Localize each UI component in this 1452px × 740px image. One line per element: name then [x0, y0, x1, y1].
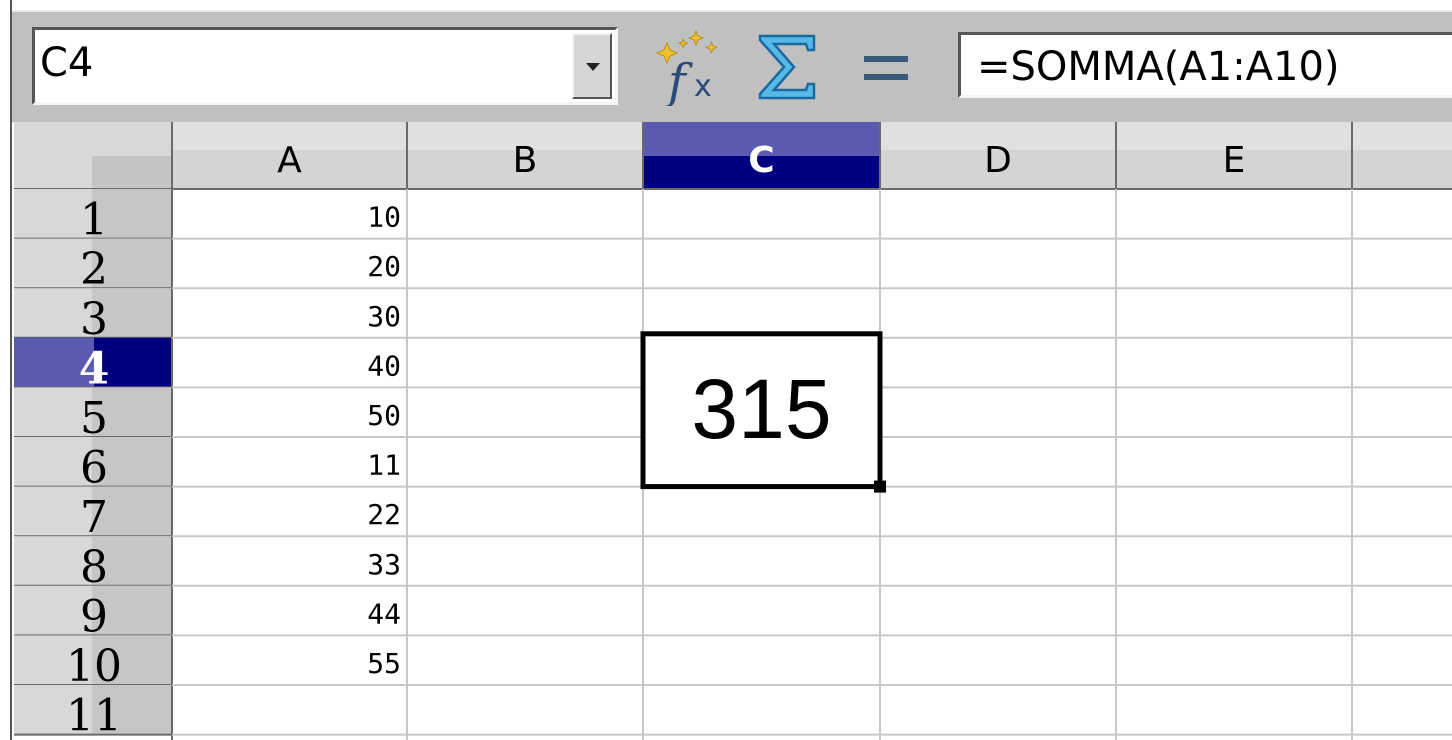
- row-header-label: 10: [66, 641, 122, 692]
- row-header-label: 4: [79, 343, 110, 394]
- formula-input[interactable]: =SOMMA(A1:A10): [958, 32, 1452, 98]
- cell-a4[interactable]: 40: [367, 349, 401, 382]
- row-header-label: 7: [80, 492, 108, 543]
- formula-input-value: =SOMMA(A1:A10): [977, 44, 1340, 90]
- row-header-label: 6: [80, 443, 108, 494]
- column-header-label: C: [748, 140, 774, 181]
- svg-text:x: x: [694, 69, 712, 104]
- spreadsheet-grid[interactable]: A B C D E12345678910111020304050112233445531…: [14, 122, 1452, 740]
- row-header-label: 8: [80, 542, 108, 593]
- row-header-label: 2: [80, 244, 108, 295]
- chevron-down-icon: [586, 63, 600, 71]
- cell-a9[interactable]: 44: [367, 597, 401, 630]
- svg-text:f: f: [665, 54, 693, 106]
- window-edge: [0, 0, 12, 740]
- function-wizard-icon[interactable]: f x: [652, 30, 732, 106]
- row-header-label: 1: [80, 195, 108, 246]
- cell-a1[interactable]: 10: [367, 201, 401, 234]
- corner-shade: [92, 156, 172, 189]
- row-header-label: 9: [80, 591, 108, 642]
- name-box-dropdown-button[interactable]: [572, 33, 612, 99]
- column-header-label: E: [1223, 140, 1246, 181]
- column-header-label: A: [277, 140, 302, 181]
- row-header-label: 3: [80, 294, 108, 345]
- formula-toolbar: C4 f x =SOMMA(A1:A10): [12, 10, 1452, 122]
- sum-icon[interactable]: [756, 32, 820, 102]
- cell-a2[interactable]: 20: [367, 250, 401, 283]
- column-header-label: B: [513, 140, 538, 181]
- cell-a8[interactable]: 33: [367, 548, 401, 581]
- cell-a6[interactable]: 11: [367, 449, 401, 482]
- fill-handle[interactable]: [874, 480, 886, 493]
- cell-a7[interactable]: 22: [367, 498, 401, 531]
- column-header-top: [1352, 122, 1452, 150]
- equals-icon[interactable]: [862, 52, 910, 86]
- name-box-value: C4: [40, 40, 94, 86]
- column-header-label: D: [984, 140, 1012, 181]
- active-cell-value: 315: [691, 362, 831, 456]
- cell-a3[interactable]: 30: [367, 300, 401, 333]
- cell-a5[interactable]: 50: [367, 399, 401, 432]
- row-header-label: 5: [80, 393, 108, 444]
- name-box[interactable]: C4: [32, 27, 618, 105]
- row-header-label: 11: [66, 691, 122, 740]
- cell-a10[interactable]: 55: [367, 647, 401, 680]
